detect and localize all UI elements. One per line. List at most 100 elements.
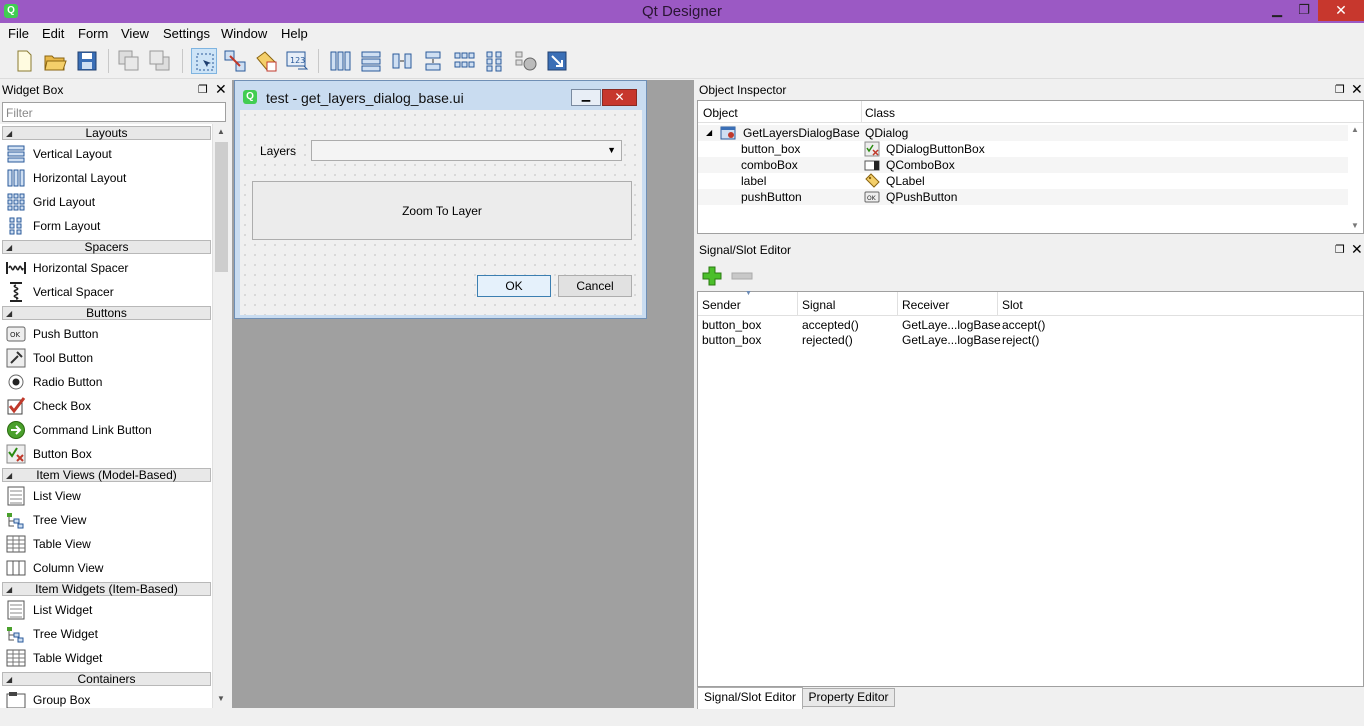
menu-view[interactable]: View xyxy=(121,26,149,41)
ok-button[interactable]: OK xyxy=(477,275,551,297)
tab-property-editor[interactable]: Property Editor xyxy=(802,688,895,707)
receiver-cell[interactable]: GetLaye...logBase xyxy=(902,333,1001,347)
bring-to-front-icon[interactable] xyxy=(147,48,173,74)
widget-vertical-spacer[interactable]: Vertical Spacer xyxy=(0,280,212,304)
minimize-button[interactable]: ▁ xyxy=(1264,0,1290,21)
widget-group-box[interactable]: Group Box xyxy=(0,688,212,708)
widget-filter-input[interactable]: Filter xyxy=(2,102,226,122)
close-dock-icon[interactable]: ✕ xyxy=(1351,241,1363,258)
slot-cell[interactable]: reject() xyxy=(1002,333,1039,347)
sender-cell[interactable]: button_box xyxy=(702,318,761,332)
close-dock-icon[interactable]: ✕ xyxy=(215,81,227,98)
edit-buddies-icon[interactable] xyxy=(253,48,279,74)
receiver-cell[interactable]: GetLaye...logBase xyxy=(902,318,1001,332)
layers-combo-box[interactable]: ▼ xyxy=(311,140,622,161)
cancel-button[interactable]: Cancel xyxy=(558,275,632,297)
signal-cell[interactable]: accepted() xyxy=(802,318,859,332)
collapse-arrow-icon[interactable]: ◢ xyxy=(706,128,712,137)
category-spacers[interactable]: ◢ Spacers xyxy=(2,240,211,254)
form-close-button[interactable]: ✕ xyxy=(602,89,637,106)
widget-horizontal-spacer[interactable]: Horizontal Spacer xyxy=(0,256,212,280)
send-to-back-icon[interactable] xyxy=(116,48,142,74)
new-file-icon[interactable] xyxy=(11,48,37,74)
adjust-size-icon[interactable] xyxy=(544,48,570,74)
menu-window[interactable]: Window xyxy=(221,26,267,41)
column-signal[interactable]: Signal xyxy=(802,298,835,312)
add-connection-icon[interactable] xyxy=(702,266,722,286)
tree-row[interactable]: label QLabel xyxy=(698,173,1348,189)
edit-widgets-icon[interactable] xyxy=(191,48,217,74)
edit-signals-slots-icon[interactable] xyxy=(222,48,248,74)
category-buttons[interactable]: ◢ Buttons xyxy=(2,306,211,320)
lay-out-vertically-icon[interactable] xyxy=(358,48,384,74)
category-layouts[interactable]: ◢ Layouts xyxy=(2,126,211,140)
object-inspector-scrollbar[interactable]: ▲ ▼ xyxy=(1348,123,1363,233)
widget-tree-view[interactable]: Tree View xyxy=(0,508,212,532)
close-button[interactable]: ✕ xyxy=(1318,0,1364,21)
sender-cell[interactable]: button_box xyxy=(702,333,761,347)
widget-list-view[interactable]: List View xyxy=(0,484,212,508)
menu-edit[interactable]: Edit xyxy=(42,26,64,41)
widget-push-button[interactable]: OK Push Button xyxy=(0,322,212,346)
close-dock-icon[interactable]: ✕ xyxy=(1351,81,1363,98)
widget-grid-layout[interactable]: Grid Layout xyxy=(0,190,212,214)
scroll-down-icon[interactable]: ▼ xyxy=(1351,221,1359,230)
connection-row[interactable]: button_box accepted() GetLaye...logBase … xyxy=(698,317,1363,332)
scrollbar-thumb[interactable] xyxy=(215,142,228,272)
category-item-views[interactable]: ◢ Item Views (Model-Based) xyxy=(2,468,211,482)
remove-connection-icon[interactable] xyxy=(731,272,753,280)
scroll-up-icon[interactable]: ▲ xyxy=(217,127,225,136)
menu-file[interactable]: File xyxy=(8,26,29,41)
lay-out-horizontally-icon[interactable] xyxy=(327,48,353,74)
float-dock-icon[interactable]: ❐ xyxy=(1335,83,1345,96)
tree-row[interactable]: comboBox QComboBox xyxy=(698,157,1348,173)
edit-tab-order-icon[interactable]: 123 xyxy=(284,48,310,74)
splitter-horizontal-icon[interactable] xyxy=(389,48,415,74)
category-item-widgets[interactable]: ◢ Item Widgets (Item-Based) xyxy=(2,582,211,596)
category-containers[interactable]: ◢ Containers xyxy=(2,672,211,686)
column-object[interactable]: Object xyxy=(703,106,738,120)
connection-row[interactable]: button_box rejected() GetLaye...logBase … xyxy=(698,332,1363,347)
tree-row-root[interactable]: ◢ GetLayersDialogBase QDialog xyxy=(698,125,1348,141)
widget-radio-button[interactable]: Radio Button xyxy=(0,370,212,394)
splitter-vertical-icon[interactable] xyxy=(420,48,446,74)
widget-tree-widget[interactable]: Tree Widget xyxy=(0,622,212,646)
float-dock-icon[interactable]: ❐ xyxy=(198,83,208,96)
slot-cell[interactable]: accept() xyxy=(1002,318,1045,332)
open-folder-icon[interactable] xyxy=(42,48,68,74)
widget-column-view[interactable]: Column View xyxy=(0,556,212,580)
save-icon[interactable] xyxy=(74,48,100,74)
menu-help[interactable]: Help xyxy=(281,26,308,41)
widget-table-widget[interactable]: Table Widget xyxy=(0,646,212,670)
form-minimize-button[interactable]: ▁ xyxy=(571,89,601,106)
grid-layout-icon[interactable] xyxy=(451,48,477,74)
column-receiver[interactable]: Receiver xyxy=(902,298,949,312)
zoom-to-layer-button[interactable]: Zoom To Layer xyxy=(252,181,632,240)
tree-row[interactable]: pushButton OK QPushButton xyxy=(698,189,1348,205)
widget-form-layout[interactable]: Form Layout xyxy=(0,214,212,238)
menu-settings[interactable]: Settings xyxy=(163,26,210,41)
column-class[interactable]: Class xyxy=(865,106,895,120)
form-layout-icon[interactable] xyxy=(482,48,508,74)
break-layout-icon[interactable] xyxy=(513,48,539,74)
tab-signal-slot-editor[interactable]: Signal/Slot Editor xyxy=(697,687,803,709)
signal-cell[interactable]: rejected() xyxy=(802,333,853,347)
column-sender[interactable]: Sender xyxy=(702,298,741,312)
float-dock-icon[interactable]: ❐ xyxy=(1335,243,1345,256)
scroll-down-icon[interactable]: ▼ xyxy=(217,694,225,703)
scroll-up-icon[interactable]: ▲ xyxy=(1351,125,1359,134)
form-canvas[interactable]: Layers ▼ Zoom To Layer OK Cancel xyxy=(240,110,642,315)
widget-table-view[interactable]: Table View xyxy=(0,532,212,556)
widget-box-scrollbar[interactable]: ▲ ▼ xyxy=(212,124,229,708)
menu-form[interactable]: Form xyxy=(78,26,108,41)
widget-vertical-layout[interactable]: Vertical Layout xyxy=(0,142,212,166)
widget-check-box[interactable]: Check Box xyxy=(0,394,212,418)
widget-list-widget[interactable]: List Widget xyxy=(0,598,212,622)
maximize-button[interactable]: ❐ xyxy=(1291,0,1317,21)
widget-tool-button[interactable]: Tool Button xyxy=(0,346,212,370)
layers-label[interactable]: Layers xyxy=(260,144,296,158)
column-slot[interactable]: Slot xyxy=(1002,298,1023,312)
widget-horizontal-layout[interactable]: Horizontal Layout xyxy=(0,166,212,190)
widget-command-link-button[interactable]: Command Link Button xyxy=(0,418,212,442)
form-window[interactable]: Q test - get_layers_dialog_base.ui ▁ ✕ L… xyxy=(234,80,647,319)
